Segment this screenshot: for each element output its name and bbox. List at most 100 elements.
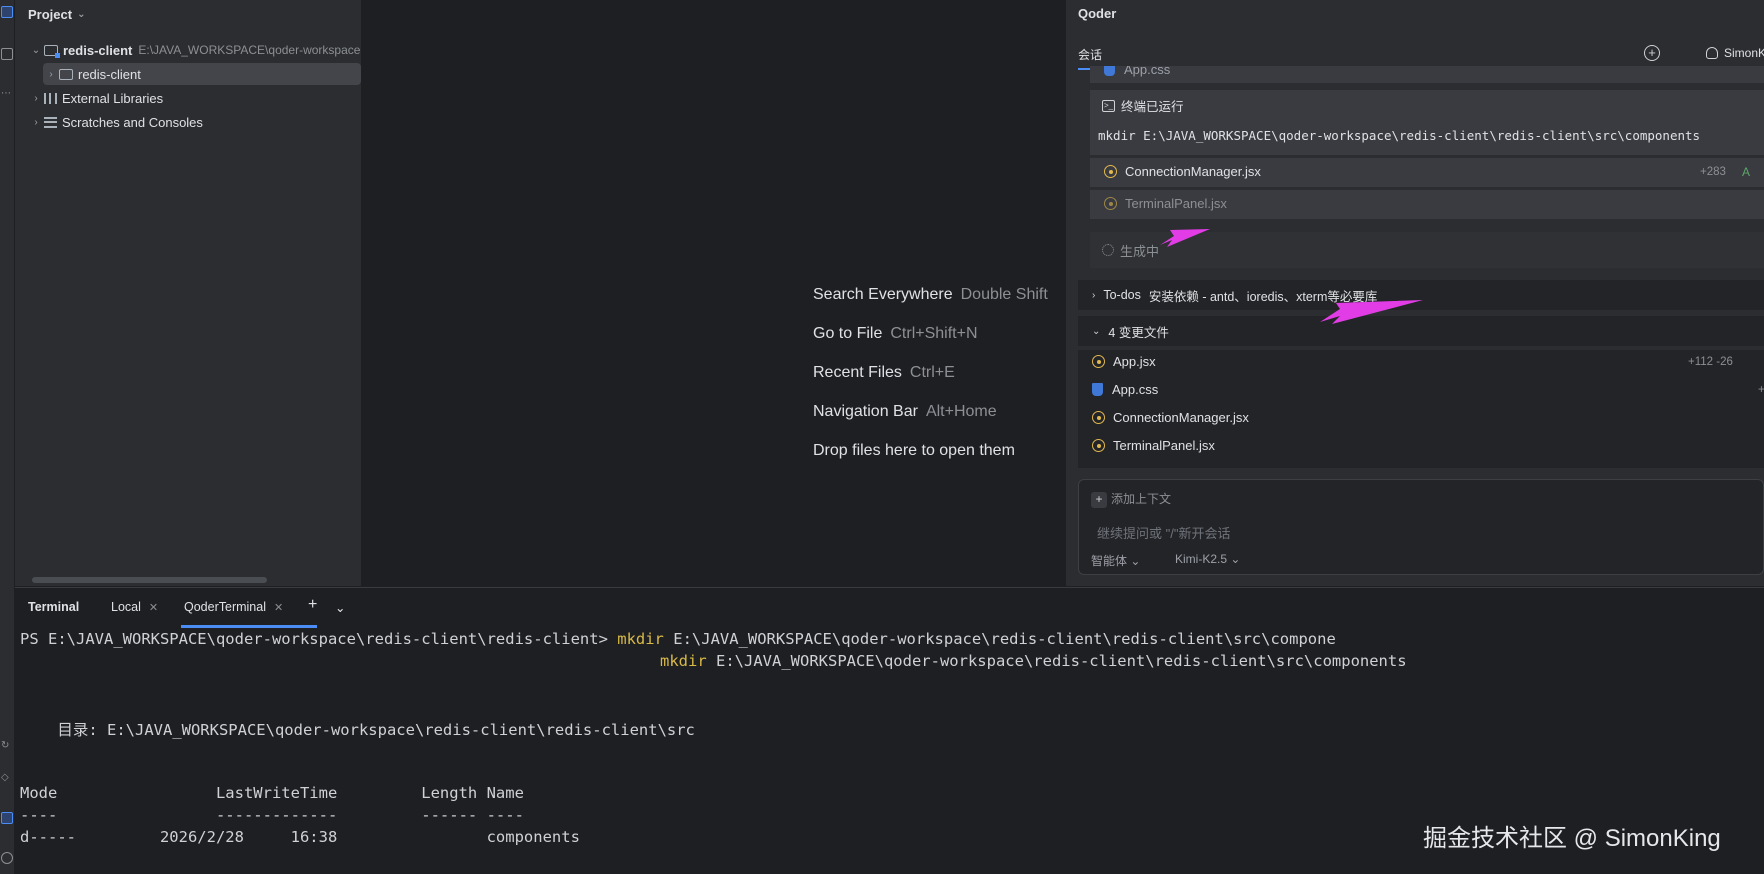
generated-file-card[interactable]: TerminalPanel.jsx	[1090, 190, 1764, 219]
horizontal-scrollbar[interactable]	[32, 577, 267, 583]
hint-drop-files: Drop files here to open them	[813, 442, 1015, 460]
tree-item-label: redis-client	[78, 66, 141, 82]
changed-files-section[interactable]: ⌄ 4 变更文件	[1078, 316, 1764, 346]
hint-shortcut: Double Shift	[960, 286, 1048, 303]
chevron-down-icon[interactable]: ⌄	[77, 9, 85, 20]
close-icon[interactable]: ✕	[149, 602, 158, 614]
file-card-partial[interactable]: App.css	[1090, 66, 1764, 83]
changed-files-label: 4 变更文件	[1108, 325, 1169, 340]
chevron-down-icon[interactable]: ⌄	[335, 600, 345, 615]
generating-label: 生成中	[1120, 243, 1160, 259]
tree-item-root[interactable]: ⌄ redis-client E:\JAVA_WORKSPACE\qoder-w…	[28, 39, 360, 61]
react-icon	[1104, 197, 1117, 210]
file-row: App.css	[1104, 66, 1170, 77]
user-icon	[1706, 47, 1718, 59]
active-tab-indicator	[181, 625, 317, 628]
generated-file-card[interactable]: ConnectionManager.jsx +283 A	[1090, 158, 1764, 187]
tree-item-label: External Libraries	[62, 90, 164, 106]
changed-file-row[interactable]: App.css	[1092, 382, 1158, 397]
hint-shortcut: Alt+Home	[925, 403, 997, 420]
user-account[interactable]: SimonK	[1706, 46, 1764, 60]
more-tools-icon[interactable]: ⋯	[1, 88, 13, 100]
new-tab-plus-icon[interactable]: +	[308, 596, 317, 614]
terminal-tool-icon[interactable]	[1, 812, 13, 824]
mode-select[interactable]: 智能体 ⌄	[1091, 552, 1140, 569]
user-name: SimonK	[1724, 46, 1764, 60]
changed-files-list: App.jsx +112 -26 App.css + ConnectionMan…	[1078, 350, 1764, 468]
terminal-tabs: Terminal Local ✕ QoderTerminal ✕ + ⌄	[15, 588, 1764, 628]
chevron-down-icon[interactable]: ⌄	[1092, 326, 1100, 337]
watermark: 掘金技术社区 @ SimonKing	[1423, 825, 1721, 852]
hint-action: Search Everywhere	[813, 286, 953, 303]
services-tool-icon[interactable]: ↻	[1, 740, 13, 752]
add-context-button[interactable]: + 添加上下文	[1091, 490, 1171, 508]
tree-item-external-libraries[interactable]: › External Libraries	[28, 87, 163, 109]
plus-icon: +	[1091, 492, 1107, 508]
terminal-line: 目录: E:\JAVA_WORKSPACE\qoder-workspace\re…	[20, 721, 695, 739]
chevron-right-icon[interactable]: ›	[1092, 290, 1095, 301]
file-row: TerminalPanel.jsx	[1104, 196, 1227, 211]
git-tool-icon[interactable]: ◇	[1, 772, 13, 784]
chevron-right-icon[interactable]: ›	[28, 117, 44, 128]
todos-label: To-dos	[1103, 288, 1141, 302]
project-panel-header[interactable]: Project ⌄	[15, 0, 361, 28]
terminal-line: Mode LastWriteTime Length Name	[20, 784, 524, 802]
diff-count: +	[1758, 384, 1764, 396]
file-name: ConnectionManager.jsx	[1125, 164, 1261, 179]
added-status: A	[1742, 165, 1751, 179]
model-select-value: Kimi-K2.5	[1175, 552, 1228, 566]
chevron-down-icon: ⌄	[1230, 552, 1241, 566]
loading-spinner-icon	[1102, 244, 1114, 256]
chat-input-box[interactable]: + 添加上下文 继续提问或 "/"新开会话 智能体 ⌄ Kimi-K2.5 ⌄	[1078, 479, 1764, 575]
qoder-panel: Qoder 会话 + SimonK App.css >_ 终端已运行 mkdir …	[1066, 0, 1764, 586]
hint-action: Go to File	[813, 325, 883, 342]
hint-action: Recent Files	[813, 364, 902, 381]
model-select[interactable]: Kimi-K2.5 ⌄	[1175, 552, 1240, 566]
file-name: TerminalPanel.jsx	[1125, 196, 1227, 211]
library-icon	[44, 92, 57, 104]
tab-label: QoderTerminal	[184, 600, 266, 614]
add-context-label: 添加上下文	[1111, 492, 1172, 506]
react-icon	[1092, 439, 1105, 452]
react-icon	[1104, 165, 1117, 178]
scratches-icon	[44, 116, 57, 128]
project-tool-icon[interactable]	[1, 6, 13, 18]
generating-status: 生成中	[1090, 232, 1764, 268]
chevron-down-icon[interactable]: ⌄	[28, 45, 44, 56]
changed-file-row[interactable]: App.jsx	[1092, 354, 1156, 369]
hint-recent-files: Recent Files Ctrl+E	[813, 364, 955, 382]
diff-count: +283	[1700, 166, 1726, 178]
problems-tool-icon[interactable]	[1, 852, 13, 864]
hint-search-everywhere: Search Everywhere Double Shift	[813, 286, 1048, 304]
chevron-right-icon[interactable]: ›	[28, 93, 44, 104]
tab-conversation[interactable]: 会话	[1078, 46, 1103, 70]
changed-file-row[interactable]: TerminalPanel.jsx	[1092, 438, 1215, 453]
editor-area: Search Everywhere Double Shift Go to File…	[363, 0, 1065, 586]
file-name: ConnectionManager.jsx	[1113, 410, 1249, 425]
tab-qoder-terminal[interactable]: QoderTerminal ✕	[184, 600, 283, 614]
tool-window-strip: ⋯ ↻ ◇	[0, 0, 15, 874]
css-icon	[1092, 383, 1103, 396]
terminal-command: mkdir E:\JAVA_WORKSPACE\qoder-workspace\…	[1098, 128, 1701, 143]
hint-action: Drop files here to open them	[813, 442, 1015, 459]
chevron-right-icon[interactable]: ›	[43, 69, 59, 80]
tree-item-scratches[interactable]: › Scratches and Consoles	[28, 111, 203, 133]
hint-action: Navigation Bar	[813, 403, 918, 420]
project-panel: Project ⌄ ⌄ redis-client E:\JAVA_WORKSPA…	[15, 0, 362, 586]
new-chat-plus-icon[interactable]: +	[1644, 45, 1660, 61]
tab-local[interactable]: Local ✕	[111, 600, 158, 614]
terminal-keyword: mkdir	[660, 652, 707, 670]
terminal-ran-header[interactable]: >_ 终端已运行	[1102, 96, 1184, 115]
hint-shortcut: Ctrl+E	[909, 364, 955, 381]
todos-text: 安装依赖 - antd、ioredis、xterm等必要库	[1148, 289, 1378, 304]
terminal-prompt: PS E:\JAVA_WORKSPACE\qoder-workspace\red…	[20, 630, 618, 648]
structure-tool-icon[interactable]	[1, 48, 13, 60]
file-name: App.css	[1124, 66, 1171, 77]
todos-section[interactable]: › To-dos 安装依赖 - antd、ioredis、xterm等必要库	[1078, 280, 1764, 310]
close-icon[interactable]: ✕	[274, 602, 283, 614]
changed-file-row[interactable]: ConnectionManager.jsx	[1092, 410, 1249, 425]
terminal-line: d----- 2026/2/28 16:38 components	[20, 828, 580, 846]
chat-input-placeholder[interactable]: 继续提问或 "/"新开会话	[1097, 523, 1230, 542]
tree-item-path: E:\JAVA_WORKSPACE\qoder-workspace	[138, 43, 361, 57]
tree-item-redis-client[interactable]: › redis-client	[43, 63, 361, 85]
